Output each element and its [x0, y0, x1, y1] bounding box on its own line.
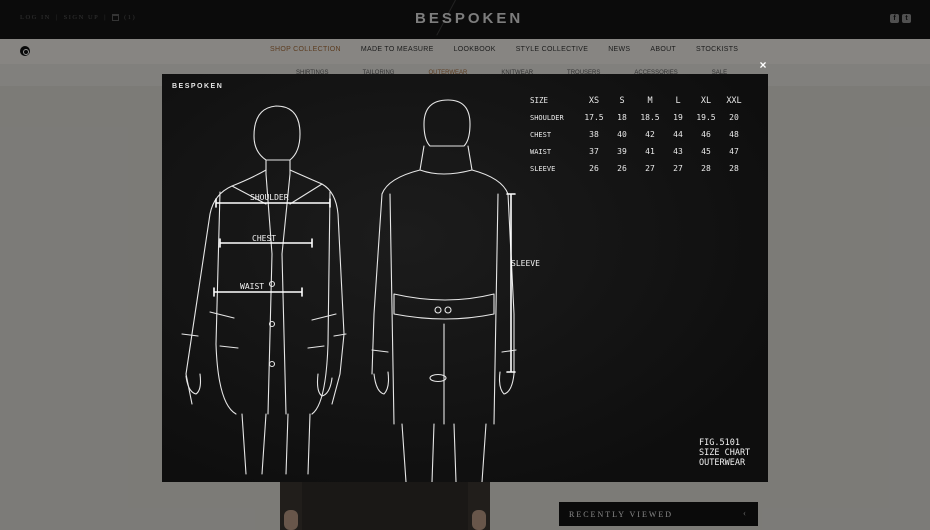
table-row: WAIST 37 39 41 43 45 47 — [530, 143, 748, 160]
table-cell: 26 — [617, 164, 627, 173]
size-chart-table: SIZE XS S M L XL XXL SHOULDER 17.5 18 18… — [530, 92, 748, 177]
sleeve-measure-label: SLEEVE — [511, 259, 540, 268]
close-icon[interactable]: × — [756, 58, 770, 72]
table-row: SHOULDER 17.5 18 18.5 19 19.5 20 — [530, 109, 748, 126]
shoulder-measure-label: SHOULDER — [250, 193, 289, 202]
table-cell: 18 — [617, 113, 627, 122]
size-s: S — [619, 95, 625, 106]
caption-line-1: FIG.5101 — [699, 438, 740, 448]
table-cell: 27 — [673, 164, 683, 173]
size-xl: XL — [700, 95, 712, 106]
table-cell: 44 — [673, 130, 683, 139]
row-label-sleeve: SLEEVE — [530, 164, 556, 173]
size-xs: XS — [588, 95, 600, 106]
caption-line-2: SIZE CHART — [699, 448, 751, 458]
table-cell: 43 — [673, 147, 683, 156]
table-cell: 42 — [645, 130, 655, 139]
size-chart-modal: BESPOKEN SHOULDER CHEST WAIST SLEEVE SIZ… — [162, 74, 768, 482]
size-l: L — [675, 95, 681, 106]
chest-measure-label: CHEST — [252, 234, 277, 243]
table-cell: 40 — [617, 130, 627, 139]
table-cell: 37 — [589, 147, 599, 156]
table-cell: 46 — [701, 130, 711, 139]
figure-caption: FIG.5101 SIZE CHART OUTERWEAR — [699, 438, 750, 468]
table-cell: 20 — [729, 113, 739, 122]
table-cell: 19 — [673, 113, 683, 122]
table-cell: 26 — [589, 164, 599, 173]
table-cell: 45 — [701, 147, 711, 156]
table-cell: 38 — [589, 130, 599, 139]
row-label-shoulder: SHOULDER — [530, 113, 564, 122]
table-cell: 48 — [729, 130, 739, 139]
back-figure-sketch — [371, 99, 517, 482]
table-row: CHEST 38 40 42 44 46 48 — [530, 126, 748, 143]
table-cell: 28 — [701, 164, 711, 173]
table-cell: 17.5 — [584, 113, 604, 122]
table-cell: 27 — [645, 164, 655, 173]
row-label-waist: WAIST — [530, 147, 552, 156]
size-header-row: SIZE XS S M L XL XXL — [530, 92, 748, 109]
table-cell: 47 — [729, 147, 739, 156]
table-cell: 28 — [729, 164, 739, 173]
table-cell: 18.5 — [640, 113, 660, 122]
row-label-chest: CHEST — [530, 130, 552, 139]
table-cell: 41 — [645, 147, 655, 156]
size-header-label: SIZE — [530, 96, 549, 105]
size-m: M — [647, 95, 653, 106]
caption-line-3: OUTERWEAR — [699, 458, 746, 468]
table-row: SLEEVE 26 26 27 27 28 28 — [530, 160, 748, 177]
table-cell: 39 — [617, 147, 627, 156]
size-xxl: XXL — [726, 95, 742, 106]
waist-measure-label: WAIST — [240, 282, 265, 291]
table-cell: 19.5 — [696, 113, 716, 122]
